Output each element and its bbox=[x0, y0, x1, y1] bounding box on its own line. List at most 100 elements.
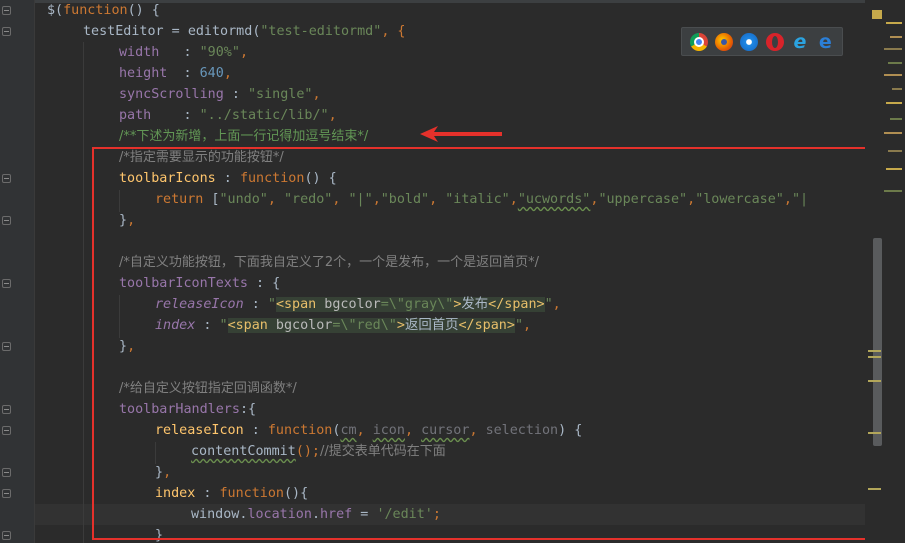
code-line[interactable]: width : "90%", bbox=[47, 42, 248, 63]
code-token: ) { bbox=[558, 423, 583, 438]
code-token: " bbox=[267, 297, 276, 312]
code-line[interactable]: releaseIcon : function(cm, icon, cursor,… bbox=[47, 420, 582, 441]
code-line[interactable]: index : "<span bgcolor=\"red\">返回首页</spa… bbox=[47, 315, 531, 336]
code-line[interactable]: contentCommit();//提交表单代码在下面 bbox=[47, 441, 446, 462]
code-token: contentCommit bbox=[191, 444, 296, 459]
code-line[interactable]: } bbox=[47, 525, 163, 543]
code-token: "bold" bbox=[380, 192, 430, 207]
fold-marker-icon[interactable] bbox=[2, 489, 11, 498]
code-token: , bbox=[509, 192, 518, 207]
code-token: icon bbox=[372, 423, 405, 438]
code-line[interactable]: /**下述为新增，上面一行记得加逗号结束*/ bbox=[47, 126, 368, 147]
code-token: 发布 bbox=[461, 297, 489, 312]
warning-marker[interactable] bbox=[868, 488, 881, 490]
code-token: , bbox=[127, 213, 136, 228]
code-token: , bbox=[372, 192, 381, 207]
code-token: } bbox=[119, 213, 128, 228]
code-line[interactable]: /*指定需要显示的功能按钮*/ bbox=[47, 147, 284, 168]
warning-marker[interactable] bbox=[868, 356, 881, 358]
code-token: cm bbox=[340, 423, 357, 438]
vertical-scrollbar-thumb[interactable] bbox=[873, 238, 882, 446]
code-token: , bbox=[127, 339, 136, 354]
code-token: , bbox=[239, 45, 248, 60]
code-token: "90%" bbox=[199, 45, 240, 60]
inspection-status-icon[interactable] bbox=[872, 10, 882, 19]
code-token: , bbox=[783, 192, 792, 207]
code-token: , bbox=[312, 87, 321, 102]
code-line[interactable]: /*自定义功能按钮，下面我自定义了2个，一个是发布，一个是返回首页*/ bbox=[47, 252, 539, 273]
code-token: , bbox=[687, 192, 696, 207]
code-line[interactable]: path : "../static/lib/", bbox=[47, 105, 337, 126]
code-token: () { bbox=[127, 3, 160, 18]
fold-marker-icon[interactable] bbox=[2, 531, 11, 540]
warning-marker[interactable] bbox=[868, 350, 881, 352]
edge-icon[interactable]: e bbox=[816, 32, 834, 51]
code-token: return bbox=[155, 192, 204, 207]
line-gutter[interactable] bbox=[0, 0, 35, 543]
code-token: } bbox=[155, 465, 164, 480]
code-token: : bbox=[151, 108, 200, 123]
code-comment: /*自定义功能按钮，下面我自定义了2个，一个是发布，一个是返回首页*/ bbox=[119, 255, 540, 270]
code-token: : bbox=[243, 423, 268, 438]
code-line[interactable]: /*给自定义按钮指定回调函数*/ bbox=[47, 378, 297, 399]
chrome-icon[interactable] bbox=[689, 32, 708, 51]
code-line[interactable]: height : 640, bbox=[47, 63, 232, 84]
code-token: , bbox=[163, 465, 172, 480]
marker bbox=[886, 168, 902, 170]
code-token: function bbox=[219, 486, 285, 501]
code-token: toolbarHandlers bbox=[119, 402, 240, 417]
code-line[interactable]: toolbarIconTexts : { bbox=[47, 273, 280, 294]
code-token: . bbox=[311, 507, 320, 522]
code-line[interactable]: return ["undo", "redo", "|","bold", "ita… bbox=[47, 189, 808, 210]
fold-marker-icon[interactable] bbox=[2, 6, 11, 15]
code-line[interactable]: toolbarHandlers:{ bbox=[47, 399, 256, 420]
code-line[interactable]: releaseIcon : "<span bgcolor=\"gray\">发布… bbox=[47, 294, 561, 315]
warning-marker[interactable] bbox=[868, 380, 881, 382]
code-token: 返回首页 bbox=[404, 318, 459, 333]
code-line[interactable]: }, bbox=[47, 462, 171, 483]
code-token: location bbox=[247, 507, 312, 522]
code-line[interactable]: toolbarIcons : function() { bbox=[47, 168, 337, 189]
code-token: , bbox=[223, 66, 232, 81]
code-token: , bbox=[429, 192, 446, 207]
code-token: window bbox=[191, 507, 240, 522]
code-token: "../static/lib/" bbox=[199, 108, 329, 123]
fold-marker-icon[interactable] bbox=[2, 468, 11, 477]
code-token: "|" bbox=[348, 192, 373, 207]
code-token: , bbox=[404, 423, 422, 438]
code-token: index bbox=[155, 318, 196, 333]
code-line[interactable]: window.location.href = '/edit'; bbox=[47, 504, 441, 525]
code-token: index bbox=[155, 486, 196, 501]
code-token: "uppercase" bbox=[598, 192, 688, 207]
warning-marker[interactable] bbox=[868, 432, 881, 434]
firefox-icon[interactable] bbox=[714, 32, 733, 51]
opera-icon[interactable] bbox=[765, 32, 784, 51]
code-line[interactable]: $(function() { bbox=[47, 0, 160, 21]
code-token: " bbox=[514, 318, 523, 333]
fold-marker-icon[interactable] bbox=[2, 216, 11, 225]
fold-marker-icon[interactable] bbox=[2, 426, 11, 435]
code-token: : { bbox=[248, 276, 281, 291]
safari-icon[interactable] bbox=[740, 32, 759, 51]
error-stripe[interactable] bbox=[865, 0, 905, 543]
marker bbox=[884, 74, 902, 76]
fold-marker-icon[interactable] bbox=[2, 279, 11, 288]
code-line[interactable]: index : function(){ bbox=[47, 483, 308, 504]
code-token: , bbox=[328, 108, 337, 123]
code-token: href bbox=[320, 507, 353, 522]
code-editor[interactable]: $(function() { testEditor = editormd("te… bbox=[35, 0, 865, 543]
fold-marker-icon[interactable] bbox=[2, 342, 11, 351]
ie-icon[interactable]: e bbox=[791, 32, 809, 51]
fold-marker-icon[interactable] bbox=[2, 405, 11, 414]
marker bbox=[892, 88, 902, 90]
code-token: 640 bbox=[199, 66, 224, 81]
code-line[interactable]: }, bbox=[47, 210, 135, 231]
fold-marker-icon[interactable] bbox=[2, 27, 11, 36]
fold-marker-icon[interactable] bbox=[2, 174, 11, 183]
code-token: function bbox=[63, 3, 128, 18]
code-line[interactable]: }, bbox=[47, 336, 135, 357]
code-token: "undo" bbox=[219, 192, 268, 207]
code-line[interactable]: syncScrolling : "single", bbox=[47, 84, 321, 105]
code-line[interactable]: testEditor = editormd("test-editormd", { bbox=[47, 21, 406, 42]
code-token: height bbox=[119, 66, 168, 81]
